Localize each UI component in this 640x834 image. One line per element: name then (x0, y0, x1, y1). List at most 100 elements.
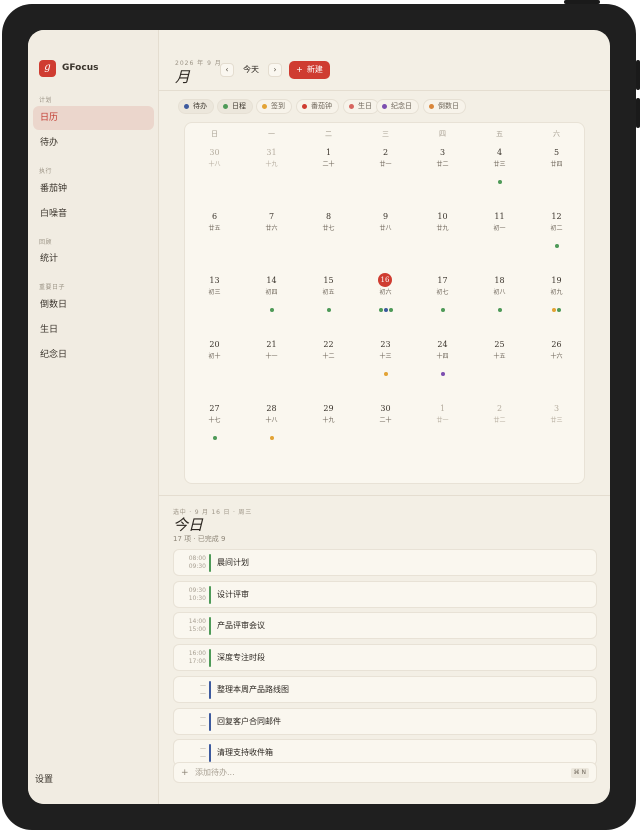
sidebar-item-pomodoro[interactable]: 番茄钟 (33, 177, 154, 201)
calendar-day[interactable]: 15 初五 (300, 276, 357, 340)
new-button[interactable]: + 新建 (289, 61, 330, 79)
lunar-date: 十四 (436, 353, 449, 360)
sidebar-item-white-noise[interactable]: 白噪音 (33, 202, 154, 226)
view-title: 月 (175, 68, 191, 86)
filter-chip-label: 倒数日 (438, 102, 459, 110)
day-number: 27 (209, 404, 220, 413)
task-start-time: 09:30 (188, 586, 206, 594)
calendar-day[interactable]: 6 廿五 (186, 212, 243, 276)
day-title: 今日 (173, 516, 204, 534)
calendar-day[interactable]: 29 十九 (300, 404, 357, 468)
lunar-date: 初七 (436, 289, 449, 296)
task-row[interactable]: 16:00 17:00 深度专注时段 (173, 644, 597, 672)
task-row[interactable]: 08:00 09:30 晨间计划 (173, 549, 597, 576)
calendar-day[interactable]: 12 初二 (528, 212, 585, 276)
filter-chip-label: 生日 (358, 102, 372, 110)
sidebar-item-birthday[interactable]: 生日 (33, 318, 154, 342)
filter-chip-label: 待办 (193, 102, 207, 110)
prev-month-button[interactable]: ‹ (220, 63, 234, 77)
task-color-bar (209, 712, 211, 731)
calendar-day[interactable]: 17 初七 (414, 276, 471, 340)
calendar-day-today[interactable]: 16 初六 (357, 273, 414, 340)
calendar-day[interactable]: 8 廿七 (300, 212, 357, 276)
calendar-day[interactable]: 13 初三 (186, 276, 243, 340)
settings-link[interactable]: 设置 (35, 772, 53, 785)
filter-chip[interactable]: 番茄钟 (296, 99, 339, 114)
calendar-day[interactable]: 9 廿八 (357, 212, 414, 276)
calendar-day[interactable]: 30 十八 (186, 148, 243, 212)
add-todo-input[interactable]: + 添加待办... ⌘ N (173, 762, 597, 783)
task-row[interactable]: 14:00 15:00 产品评审会议 (173, 612, 597, 640)
day-number: 3 (439, 148, 446, 157)
color-dot-icon (382, 104, 387, 109)
today-button[interactable]: 今天 (237, 62, 265, 78)
sidebar-item-calendar[interactable]: 日历 (33, 106, 154, 130)
filter-chip[interactable]: 签到 (256, 99, 292, 114)
calendar-day[interactable]: 30 二十 (357, 404, 414, 468)
filter-chip[interactable]: 倒数日 (423, 99, 466, 114)
calendar-day[interactable]: 4 廿三 (471, 148, 528, 212)
calendar-day[interactable]: 28 十八 (243, 404, 300, 468)
lunar-date: 廿七 (322, 225, 335, 232)
calendar-day[interactable]: 21 十一 (243, 340, 300, 404)
sidebar-item-countdown[interactable]: 倒数日 (33, 293, 154, 317)
calendar-day[interactable]: 1 廿一 (414, 404, 471, 468)
divider (159, 90, 610, 91)
divider (159, 495, 610, 496)
lunar-date: 十六 (550, 353, 563, 360)
sidebar-item-anniversary[interactable]: 纪念日 (33, 343, 154, 367)
lunar-date: 十二 (322, 353, 335, 360)
event-dot-icon (378, 308, 383, 312)
weekday-label: 一 (268, 130, 275, 138)
task-row[interactable]: — — 整理本周产品路线图 (173, 675, 597, 703)
filter-chip[interactable]: 生日 (343, 99, 379, 114)
calendar-day[interactable]: 18 初八 (471, 276, 528, 340)
calendar-day[interactable]: 10 廿九 (414, 212, 471, 276)
task-time: 09:30 10:30 (174, 587, 206, 603)
lunar-date: 初八 (493, 289, 506, 296)
lunar-date: 廿一 (436, 417, 449, 424)
event-dot-icon (552, 308, 556, 312)
task-time: — — (174, 745, 206, 761)
calendar-day[interactable]: 1 二十 (300, 148, 357, 212)
day-number: 2 (382, 148, 389, 157)
calendar-day[interactable]: 31 十九 (243, 148, 300, 212)
calendar-day[interactable]: 14 初四 (243, 276, 300, 340)
sidebar-item-stats[interactable]: 统计 (33, 247, 154, 271)
calendar-day[interactable]: 11 初一 (471, 212, 528, 276)
calendar-day[interactable]: 3 廿三 (528, 404, 585, 468)
lunar-date: 初五 (322, 289, 335, 296)
task-color-bar (209, 744, 211, 763)
sidebar-item-todo[interactable]: 待办 (33, 131, 154, 155)
task-row[interactable]: 09:30 10:30 设计评审 (173, 580, 597, 608)
calendar-day[interactable]: 2 廿二 (471, 404, 528, 468)
task-color-bar (209, 554, 211, 572)
event-dot-icon (557, 308, 561, 312)
task-start-time: 08:00 (188, 555, 206, 562)
task-title: 回复客户合同邮件 (217, 716, 281, 726)
event-dots (357, 308, 414, 312)
filter-chip[interactable]: 日程 (217, 99, 253, 114)
calendar-day[interactable]: 2 廿一 (357, 148, 414, 212)
calendar-day[interactable]: 3 廿二 (414, 148, 471, 212)
sidebar-section-review: 回顾 (39, 239, 53, 246)
calendar-day[interactable]: 26 十六 (528, 340, 585, 404)
calendar-day[interactable]: 23 十三 (357, 340, 414, 404)
lunar-date: 十一 (265, 353, 278, 360)
calendar-day[interactable]: 22 十二 (300, 340, 357, 404)
filter-chip[interactable]: 纪念日 (376, 99, 419, 114)
filter-chip[interactable]: 待办 (178, 99, 214, 114)
calendar-day[interactable]: 7 廿六 (243, 212, 300, 276)
event-dot-icon (440, 372, 445, 376)
calendar-day[interactable]: 27 十七 (186, 404, 243, 468)
calendar-day[interactable]: 19 初九 (528, 276, 585, 340)
calendar-day[interactable]: 24 十四 (414, 340, 471, 404)
next-month-button[interactable]: › (268, 63, 282, 77)
calendar-day[interactable]: 20 初十 (186, 340, 243, 404)
calendar-day[interactable]: 25 十五 (471, 340, 528, 404)
task-row[interactable]: — — 回复客户合同邮件 (173, 707, 597, 735)
lunar-date: 初三 (208, 289, 221, 296)
calendar-day[interactable]: 5 廿四 (528, 148, 585, 212)
task-start-time: — (200, 681, 206, 689)
lunar-date: 廿六 (265, 225, 278, 232)
